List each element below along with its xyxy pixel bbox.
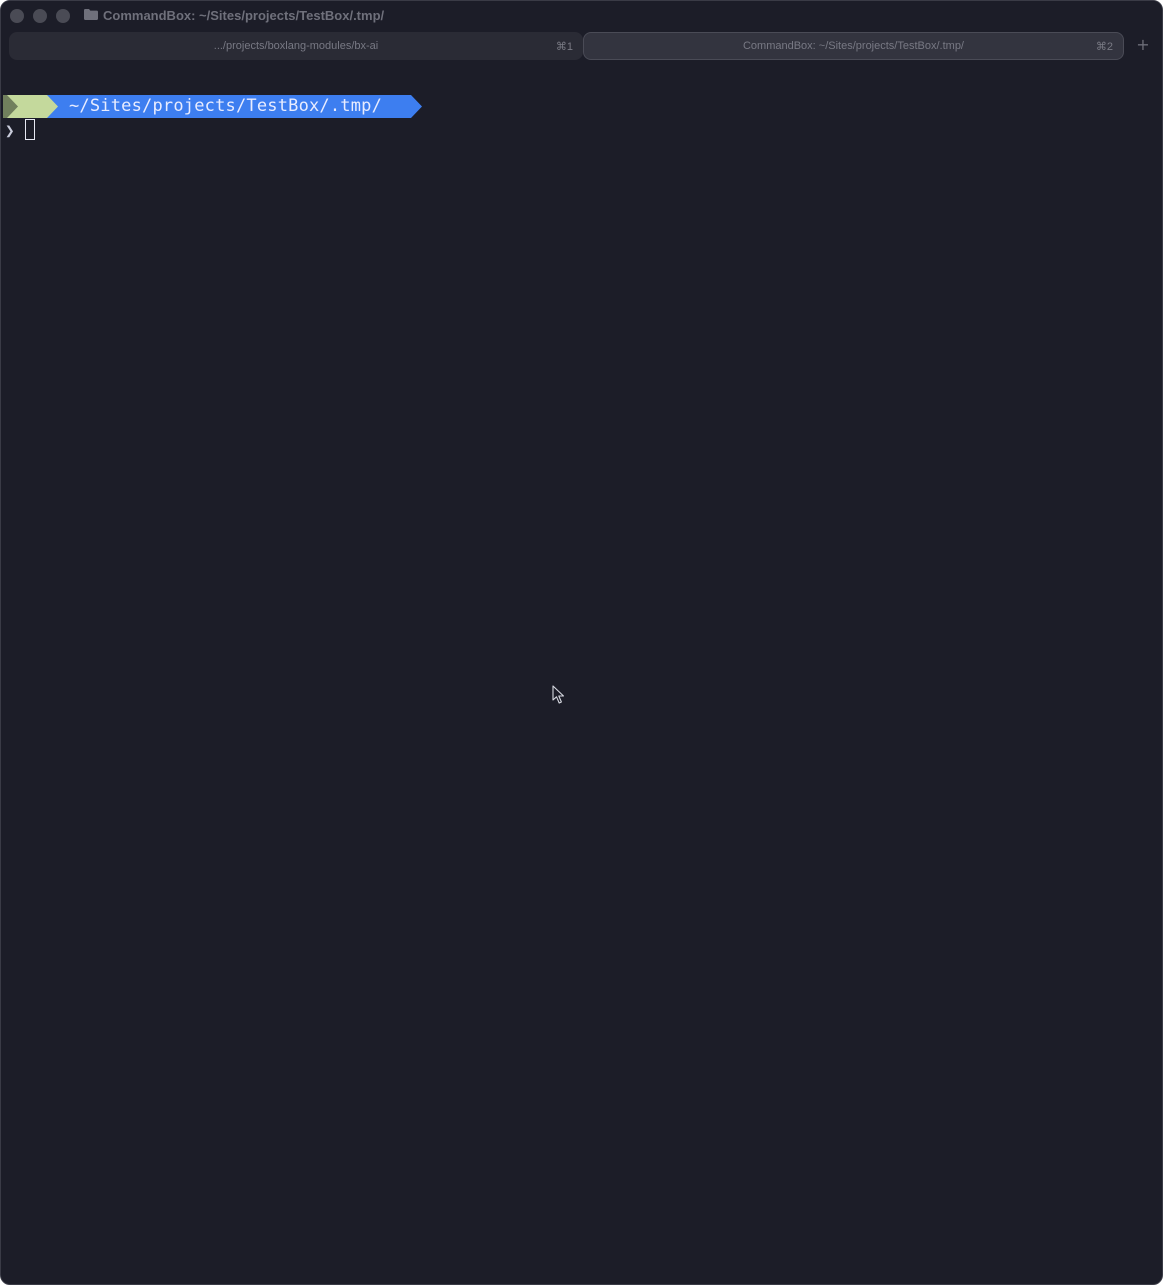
- window-title: CommandBox: ~/Sites/projects/TestBox/.tm…: [103, 8, 385, 23]
- tab-label: .../projects/boxlang-modules/bx-ai: [213, 40, 379, 52]
- prompt-path: ~/Sites/projects/TestBox/.tmp/: [69, 96, 383, 116]
- minimize-window-button[interactable]: [33, 9, 47, 23]
- tab-shortcut: ⌘1: [555, 41, 573, 53]
- prompt-chevron: ❯: [5, 121, 15, 140]
- mouse-pointer-icon: [552, 685, 565, 704]
- folder-icon: [84, 9, 98, 20]
- text-cursor: [25, 119, 35, 140]
- tab-label: CommandBox: ~/Sites/projects/TestBox/.tm…: [742, 40, 964, 52]
- zoom-window-button[interactable]: [56, 9, 70, 23]
- title-bar: CommandBox: ~/Sites/projects/TestBox/.tm…: [1, 1, 1162, 31]
- new-tab-button[interactable]: +: [1134, 36, 1152, 54]
- tab-commandbox[interactable]: CommandBox: ~/Sites/projects/TestBox/.tm…: [583, 32, 1124, 60]
- terminal-window: CommandBox: ~/Sites/projects/TestBox/.tm…: [0, 0, 1163, 1285]
- tab-shortcut: ⌘2: [1095, 41, 1113, 53]
- tab-bar: .../projects/boxlang-modules/bx-ai ⌘1 Co…: [9, 32, 1125, 60]
- close-window-button[interactable]: [10, 9, 24, 23]
- tab-bx-ai[interactable]: .../projects/boxlang-modules/bx-ai ⌘1: [9, 32, 583, 60]
